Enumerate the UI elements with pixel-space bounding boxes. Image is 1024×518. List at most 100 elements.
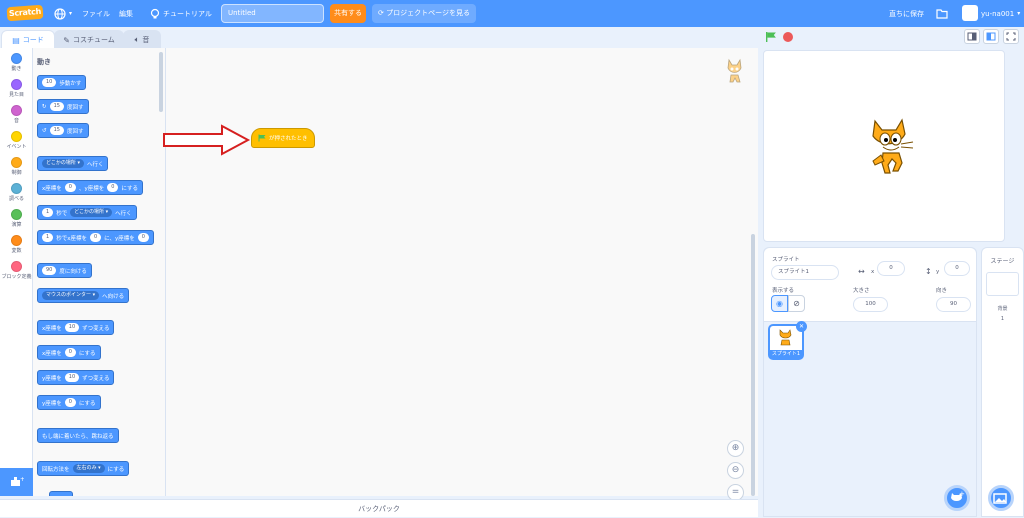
category-control[interactable]: 制御 — [0, 157, 33, 176]
sprite-pane: スプライト スプライト1 ↔ x 0 ↕ y 0 表示する ◉ ⊘ 大きさ 10… — [763, 247, 977, 517]
glide-xy-block[interactable]: 1 秒でx座標を 0 に、y座標を 0 — [37, 230, 154, 245]
fullscreen-button[interactable] — [1003, 29, 1019, 44]
language-menu[interactable]: ▾ — [54, 7, 72, 20]
y-position-input[interactable]: 0 — [944, 261, 970, 276]
direction-input[interactable]: 90 — [936, 297, 971, 312]
file-menu[interactable]: ファイル — [82, 7, 110, 20]
sprite-list-item[interactable]: スプライト1 ✕ — [768, 321, 807, 360]
goto-block[interactable]: どこかの場所 ▾ へ行く — [37, 156, 109, 171]
block-input[interactable]: 1 — [42, 208, 54, 217]
tab-costumes[interactable]: ✎ コスチューム — [54, 30, 124, 49]
category-sound[interactable]: 音 — [0, 105, 33, 124]
when-flag-clicked-block[interactable]: が押されたとき — [251, 128, 315, 148]
set-x-block[interactable]: x座標を 0 にする — [37, 345, 101, 360]
green-flag-button[interactable] — [765, 31, 777, 43]
point-in-direction-block[interactable]: 90 度に向ける — [37, 263, 92, 278]
palette-scrollbar[interactable] — [159, 52, 163, 112]
change-x-block[interactable]: x座標を 10 ずつ変える — [37, 320, 115, 335]
block-dropdown[interactable]: どこかの場所 ▾ — [70, 208, 113, 217]
save-now-button[interactable]: 直ちに保存 — [889, 7, 924, 20]
block-input[interactable]: 15 — [49, 102, 64, 111]
block-dropdown[interactable]: 左右のみ ▾ — [72, 464, 105, 473]
block-input[interactable]: 15 — [49, 126, 64, 135]
show-visible-button[interactable]: ◉ — [771, 295, 788, 312]
block-dropdown-label: どこかの場所 — [46, 160, 76, 166]
script-scrollbar[interactable] — [751, 234, 755, 496]
small-stage-button[interactable] — [964, 29, 980, 44]
edit-menu[interactable]: 編集 — [119, 7, 133, 20]
category-sensing[interactable]: 調べる — [0, 183, 33, 202]
block-input[interactable]: 1 — [42, 233, 54, 242]
tab-sounds[interactable]: 🔈︎ 音 — [123, 30, 161, 49]
cat-sprite[interactable] — [863, 117, 921, 179]
large-stage-button[interactable] — [983, 29, 999, 44]
block-input[interactable]: 10 — [42, 78, 57, 87]
horizontal-arrows-icon: ↔ — [858, 267, 865, 276]
set-rotation-style-block[interactable]: 回転方法を 左右のみ ▾ にする — [37, 461, 130, 476]
block-input[interactable]: 0 — [137, 233, 149, 242]
script-area[interactable]: が押されたとき ⊕ ⊖ = — [163, 48, 758, 501]
block-input[interactable]: 10 — [64, 323, 80, 332]
category-events[interactable]: イベント — [0, 131, 33, 150]
stage-canvas[interactable] — [763, 50, 1005, 242]
add-extension-button[interactable]: + — [0, 468, 33, 496]
zoom-out-icon: ⊖ — [731, 465, 740, 475]
block-dropdown[interactable]: どこかの場所 ▾ — [42, 159, 84, 168]
scratch-logo[interactable]: Scratch — [6, 4, 44, 22]
choose-backdrop-button[interactable] — [988, 485, 1014, 511]
sprite-name-input[interactable]: スプライト1 — [771, 265, 839, 280]
stop-button[interactable] — [783, 32, 793, 42]
block-input[interactable]: 90 — [42, 266, 57, 275]
tutorials-button[interactable]: チュートリアル — [150, 7, 212, 20]
goto-xy-block[interactable]: x座標を 0 、y座標を 0 にする — [37, 180, 143, 195]
delete-sprite-button[interactable]: ✕ — [796, 321, 807, 332]
choose-sprite-button[interactable]: + — [944, 485, 970, 511]
avatar[interactable] — [962, 5, 978, 21]
project-title-input[interactable]: Untitled — [221, 4, 324, 23]
fullscreen-icon — [1006, 32, 1016, 41]
block-input[interactable]: 0 — [107, 183, 119, 192]
partial-block[interactable] — [49, 491, 73, 496]
turn-right-block[interactable]: ↻ 15 度回す — [37, 99, 89, 114]
category-label: イベント — [6, 144, 27, 150]
category-motion[interactable]: 動き — [0, 53, 33, 72]
set-y-block[interactable]: y座標を 0 にする — [37, 395, 101, 410]
stage-target-pane[interactable]: ステージ 背景 1 — [981, 247, 1024, 517]
category-operators[interactable]: 演算 — [0, 209, 33, 228]
backpack[interactable]: バックパック — [0, 499, 758, 517]
bounce-on-edge-block[interactable]: もし端に着いたら、跳ね返る — [37, 428, 119, 443]
block-text: y座標を — [42, 400, 62, 407]
move-steps-block[interactable]: 10 歩動かす — [37, 75, 87, 90]
size-input[interactable]: 100 — [853, 297, 888, 312]
x-position-input[interactable]: 0 — [877, 261, 905, 276]
glide-to-block[interactable]: 1 秒で どこかの場所 ▾ へ行く — [37, 205, 137, 220]
zoom-in-button[interactable]: ⊕ — [727, 440, 744, 457]
zoom-out-button[interactable]: ⊖ — [727, 462, 744, 479]
turn-left-block[interactable]: ↺ 15 度回す — [37, 123, 89, 138]
block-input[interactable]: 0 — [89, 233, 102, 242]
share-button[interactable]: 共有する — [330, 4, 366, 23]
see-project-page-label: プロジェクトページを見る — [386, 9, 470, 17]
point-towards-block[interactable]: マウスのポインター ▾ へ向ける — [37, 288, 130, 303]
tab-costumes-label: コスチューム — [72, 36, 115, 44]
block-input[interactable]: 0 — [64, 398, 76, 407]
stage-thumbnail[interactable] — [986, 272, 1019, 296]
category-label: 見た目 — [8, 92, 24, 98]
category-looks[interactable]: 見た目 — [0, 79, 33, 98]
category-my-blocks[interactable]: ブロック定義 — [0, 261, 33, 280]
see-project-page-button[interactable]: ⟳ プロジェクトページを見る — [372, 4, 476, 23]
show-hidden-button[interactable]: ⊘ — [788, 295, 805, 312]
block-palette: 動き 10 歩動かす ↻ 15 度回す ↺ 15 度回す どこかの場所 ▾ へ行く x座標を… — [33, 48, 166, 496]
block-input[interactable]: 10 — [64, 373, 80, 382]
small-stage-icon — [967, 32, 977, 41]
tab-code[interactable]: ▤ コード — [1, 30, 55, 49]
block-input[interactable]: 0 — [64, 348, 76, 357]
block-input[interactable]: 0 — [64, 183, 76, 192]
block-text: 、y座標を — [78, 185, 105, 192]
category-variables[interactable]: 変数 — [0, 235, 33, 254]
change-y-block[interactable]: y座標を 10 ずつ変える — [37, 370, 115, 385]
account-menu[interactable]: yu-na001 ▾ — [981, 7, 1020, 20]
my-stuff-folder-icon[interactable] — [936, 7, 948, 20]
y-label: y — [936, 269, 940, 275]
block-dropdown[interactable]: マウスのポインター ▾ — [42, 291, 100, 300]
